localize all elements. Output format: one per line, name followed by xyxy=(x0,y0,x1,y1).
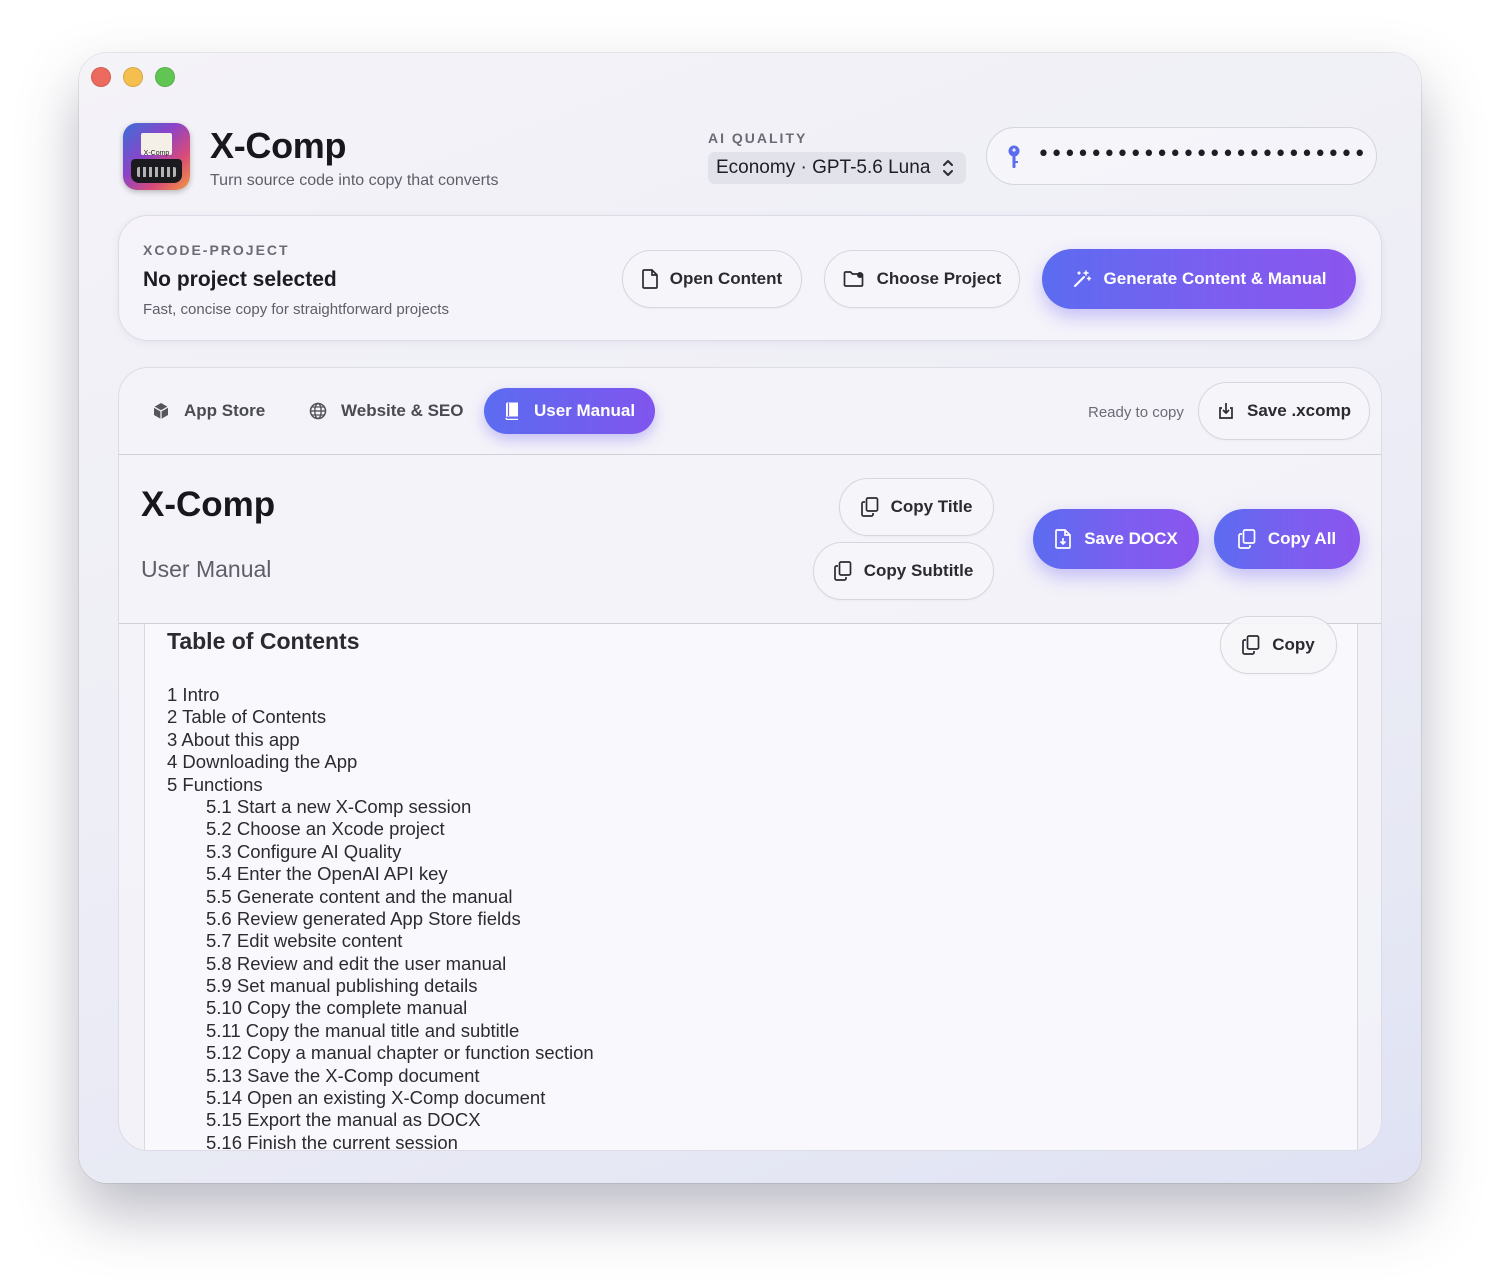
generate-button[interactable]: Generate Content & Manual xyxy=(1042,249,1356,309)
save-docx-button[interactable]: Save DOCX xyxy=(1033,509,1199,569)
copy-title-label: Copy Title xyxy=(890,497,973,516)
copy-all-button[interactable]: Copy All xyxy=(1214,509,1360,569)
tab-user-manual[interactable]: User Manual xyxy=(484,388,656,434)
toc-item: 5.12 Copy a manual chapter or function s… xyxy=(206,1042,594,1064)
toc-item: 5.10 Copy the complete manual xyxy=(206,997,468,1019)
save-xcomp-label: Save .xcomp xyxy=(1247,401,1351,420)
tab-app-store[interactable]: App Store xyxy=(152,388,265,434)
tab-user-manual-label: User Manual xyxy=(534,401,636,420)
content-card: App Store Website & SEO User Manual Read… xyxy=(118,367,1382,1151)
copy-subtitle-label: Copy Subtitle xyxy=(863,561,974,580)
window-controls xyxy=(91,67,175,87)
save-icon xyxy=(1219,403,1233,419)
toc-item: 5.13 Save the X-Comp document xyxy=(206,1064,480,1086)
open-content-button[interactable]: Open Content xyxy=(622,250,802,308)
status-text: Ready to copy xyxy=(1088,404,1184,421)
toc-list: 1 Intro 2 Table of Contents 3 About this a… xyxy=(167,684,594,1151)
api-key-value: •••••••••••••••••••••••••••• xyxy=(1037,142,1367,167)
choose-project-label: Choose Project xyxy=(876,269,1002,288)
toc-item: 3 About this app xyxy=(167,728,300,750)
manual-title: X-Comp xyxy=(141,485,276,524)
project-card: XCODE-PROJECT No project selected Fast, … xyxy=(118,215,1382,341)
copy-icon xyxy=(1242,635,1260,655)
choose-project-button[interactable]: Choose Project xyxy=(824,250,1020,308)
ai-quality-label: AI QUALITY xyxy=(708,130,808,146)
copy-icon xyxy=(1237,529,1256,549)
app-window: X-Comp X-Comp Turn source code into copy… xyxy=(79,53,1421,1183)
manual-subtitle: User Manual xyxy=(141,556,272,582)
chevron-updown-icon xyxy=(943,160,953,176)
tab-app-store-label: App Store xyxy=(184,401,266,420)
key-icon xyxy=(1008,145,1020,168)
tab-website-seo[interactable]: Website & SEO xyxy=(309,388,464,434)
ai-quality-value: Economy · GPT-5.6 Luna xyxy=(716,157,931,178)
toc-item: 5.14 Open an existing X-Comp document xyxy=(206,1087,546,1109)
toc-item: 5 Functions xyxy=(167,773,263,795)
save-xcomp-button[interactable]: Save .xcomp xyxy=(1198,382,1370,440)
toc-item: 2 Table of Contents xyxy=(167,706,327,728)
open-content-label: Open Content xyxy=(669,269,783,288)
save-docx-label: Save DOCX xyxy=(1084,529,1178,548)
toc-item: 5.1 Start a new X-Comp session xyxy=(206,795,472,817)
toc-item: 5.16 Finish the current session xyxy=(206,1131,458,1151)
toc-item: 5.3 Configure AI Quality xyxy=(206,840,402,862)
toc-item: 5.8 Review and edit the user manual xyxy=(206,952,507,974)
document-icon xyxy=(641,269,658,289)
tab-website-seo-label: Website & SEO xyxy=(341,401,464,420)
document-export-icon xyxy=(1055,529,1072,549)
toc-item: 5.5 Generate content and the manual xyxy=(206,885,513,907)
book-icon xyxy=(505,402,518,420)
copy-icon xyxy=(860,497,878,517)
toc-item: 1 Intro xyxy=(167,684,220,705)
toc-item: 5.11 Copy the manual title and subtitle xyxy=(206,1019,520,1041)
toc-title: Table of Contents xyxy=(167,628,360,654)
ai-quality-select[interactable]: Economy · GPT-5.6 Luna xyxy=(708,152,966,184)
cube-icon xyxy=(153,403,169,419)
generate-label: Generate Content & Manual xyxy=(1103,269,1327,288)
copy-toc-label: Copy xyxy=(1272,635,1315,654)
toc-item: 5.2 Choose an Xcode project xyxy=(206,818,445,840)
zoom-window-button[interactable] xyxy=(155,67,175,87)
toc-section[interactable]: Table of Contents Copy 1 Intro 2 Table of… xyxy=(144,616,1358,1151)
copy-all-label: Copy All xyxy=(1267,529,1337,548)
copy-toc-button[interactable]: Copy xyxy=(1220,616,1337,674)
api-key-field[interactable]: •••••••••••••••••••••••••••• xyxy=(986,127,1377,185)
app-logo-icon: X-Comp xyxy=(123,123,190,190)
globe-icon xyxy=(309,402,327,420)
toc-item: 5.6 Review generated App Store fields xyxy=(206,907,521,929)
toc-item: 4 Downloading the App xyxy=(167,751,358,773)
minimize-window-button[interactable] xyxy=(123,67,143,87)
folder-icon xyxy=(843,271,863,287)
project-title: No project selected xyxy=(143,268,337,291)
tab-divider xyxy=(119,454,1381,455)
app-subtitle: Turn source code into copy that converts xyxy=(210,172,499,189)
toc-item: 5.9 Set manual publishing details xyxy=(206,975,478,997)
toc-item: 5.4 Enter the OpenAI API key xyxy=(206,863,448,885)
magic-wand-icon xyxy=(1073,270,1091,287)
copy-title-button[interactable]: Copy Title xyxy=(839,478,994,536)
toc-item: 5.15 Export the manual as DOCX xyxy=(206,1109,481,1131)
project-description: Fast, concise copy for straightforward p… xyxy=(143,301,449,318)
app-title: X-Comp xyxy=(210,125,347,166)
copy-subtitle-button[interactable]: Copy Subtitle xyxy=(813,542,994,600)
copy-icon xyxy=(833,561,852,581)
toc-item: 5.7 Edit website content xyxy=(206,930,403,952)
project-label: XCODE-PROJECT xyxy=(143,242,290,258)
close-window-button[interactable] xyxy=(91,67,111,87)
